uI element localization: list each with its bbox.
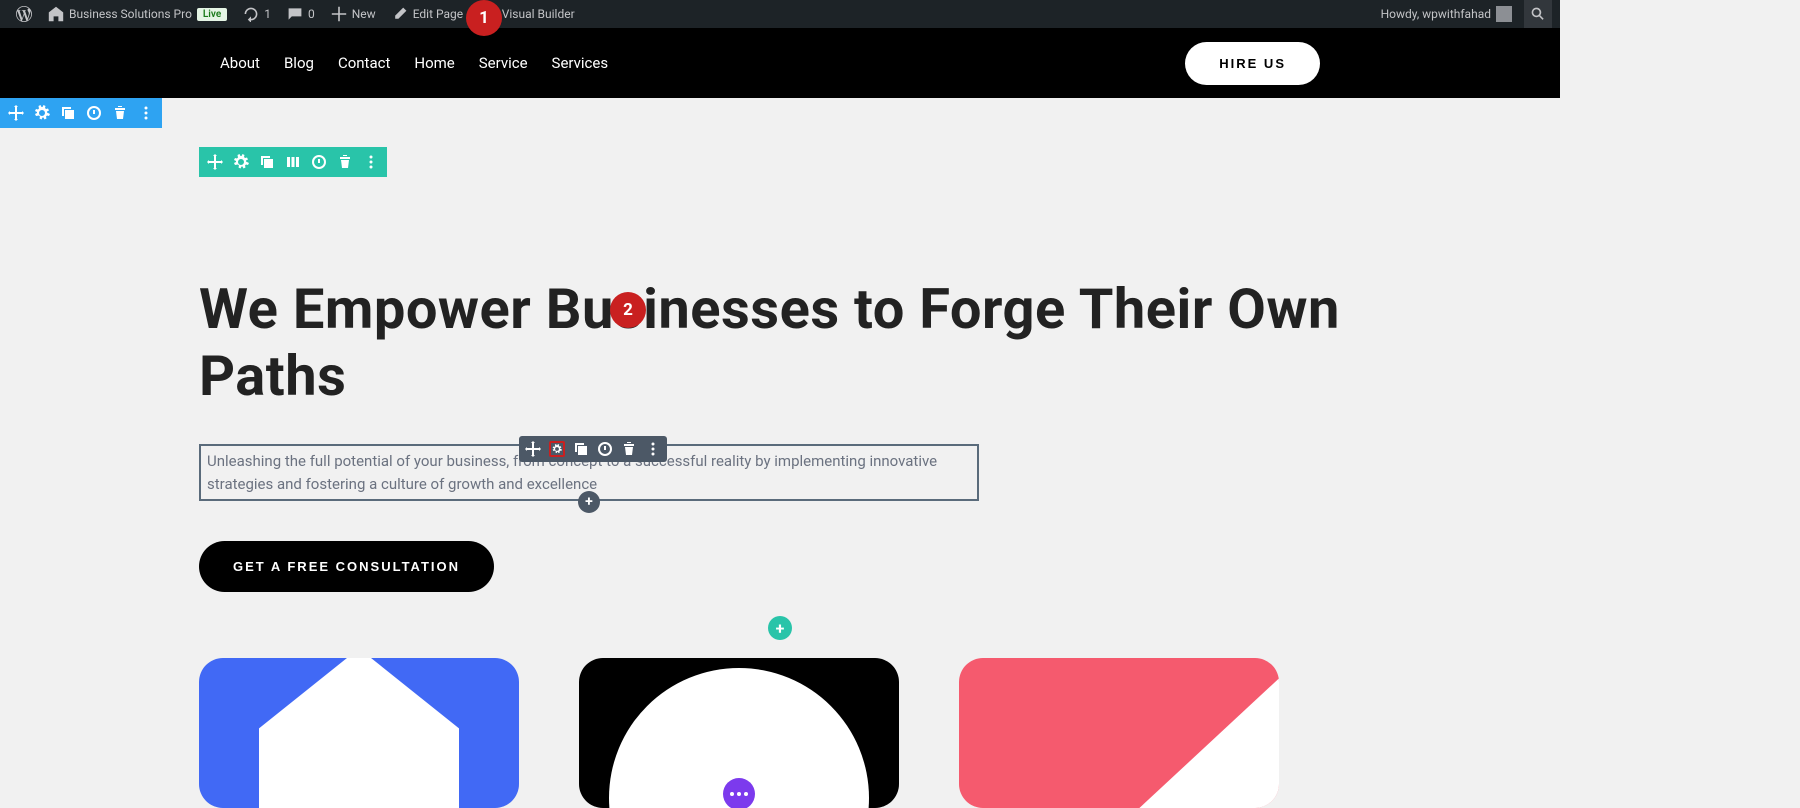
admin-search[interactable] <box>1524 0 1552 28</box>
add-module-button[interactable]: + <box>578 491 600 513</box>
nav-services[interactable]: Services <box>552 54 609 72</box>
more-icon[interactable] <box>645 441 661 457</box>
wordpress-icon <box>16 6 32 22</box>
site-name-link[interactable]: Business Solutions Pro Live <box>40 0 235 28</box>
card-blue[interactable] <box>199 658 519 808</box>
user-account-link[interactable]: Howdy, wpwithfahad <box>1373 0 1520 28</box>
hero-section: We Empower Businesses to Forge Their Own… <box>0 98 1560 640</box>
settings-icon[interactable] <box>233 154 249 170</box>
annotation-2: 2 <box>610 292 646 328</box>
hire-us-button[interactable]: HIRE US <box>1185 42 1320 85</box>
cta-button[interactable]: GET A FREE CONSULTATION <box>199 541 494 592</box>
updates-count: 1 <box>264 7 271 21</box>
site-header: About Blog Contact Home Service Services… <box>0 28 1560 98</box>
hero-headline[interactable]: We Empower Businesses to Forge Their Own… <box>199 276 1361 410</box>
save-icon[interactable] <box>311 154 327 170</box>
admin-bar-right: Howdy, wpwithfahad <box>1373 0 1552 28</box>
module-toolbar <box>519 436 667 462</box>
annotation-1: 1 <box>466 0 502 36</box>
comments-count: 0 <box>308 7 315 21</box>
move-icon[interactable] <box>207 154 223 170</box>
duplicate-icon[interactable] <box>259 154 275 170</box>
nav-contact[interactable]: Contact <box>338 54 390 72</box>
comments-link[interactable]: 0 <box>279 0 323 28</box>
builder-menu-button[interactable] <box>723 778 755 808</box>
add-row-button[interactable]: + <box>768 616 792 640</box>
plus-icon <box>331 6 347 22</box>
settings-icon[interactable] <box>549 441 565 457</box>
edit-page-label: Edit Page <box>413 7 463 21</box>
more-icon[interactable] <box>363 154 379 170</box>
search-icon <box>1530 6 1546 22</box>
greeting-text: Howdy, wpwithfahad <box>1381 7 1491 21</box>
updates-link[interactable]: 1 <box>235 0 279 28</box>
wp-admin-bar: Business Solutions Pro Live 1 0 New Ed <box>0 0 1560 28</box>
avatar <box>1496 6 1512 22</box>
live-badge: Live <box>197 8 227 21</box>
pencil-icon <box>392 6 408 22</box>
home-icon <box>48 6 64 22</box>
move-icon[interactable] <box>525 441 541 457</box>
comment-icon <box>287 6 303 22</box>
delete-icon[interactable] <box>621 441 637 457</box>
nav-service[interactable]: Service <box>479 54 528 72</box>
nav-about[interactable]: About <box>220 54 260 72</box>
edit-page-link[interactable]: Edit Page <box>384 0 471 28</box>
feature-cards <box>0 640 1560 808</box>
save-icon[interactable] <box>597 441 613 457</box>
wp-logo[interactable] <box>8 0 40 28</box>
delete-icon[interactable] <box>337 154 353 170</box>
row-toolbar <box>199 147 387 177</box>
site-name: Business Solutions Pro <box>69 7 192 21</box>
card-red[interactable] <box>959 658 1279 808</box>
text-module-selected[interactable]: Unleashing the full potential of your bu… <box>199 444 979 501</box>
card-black[interactable] <box>579 658 899 808</box>
new-label: New <box>352 7 376 21</box>
new-content-link[interactable]: New <box>323 0 384 28</box>
duplicate-icon[interactable] <box>573 441 589 457</box>
columns-icon[interactable] <box>285 154 301 170</box>
nav-blog[interactable]: Blog <box>284 54 314 72</box>
update-icon <box>243 6 259 22</box>
main-nav: About Blog Contact Home Service Services <box>220 54 608 72</box>
nav-home[interactable]: Home <box>414 54 454 72</box>
